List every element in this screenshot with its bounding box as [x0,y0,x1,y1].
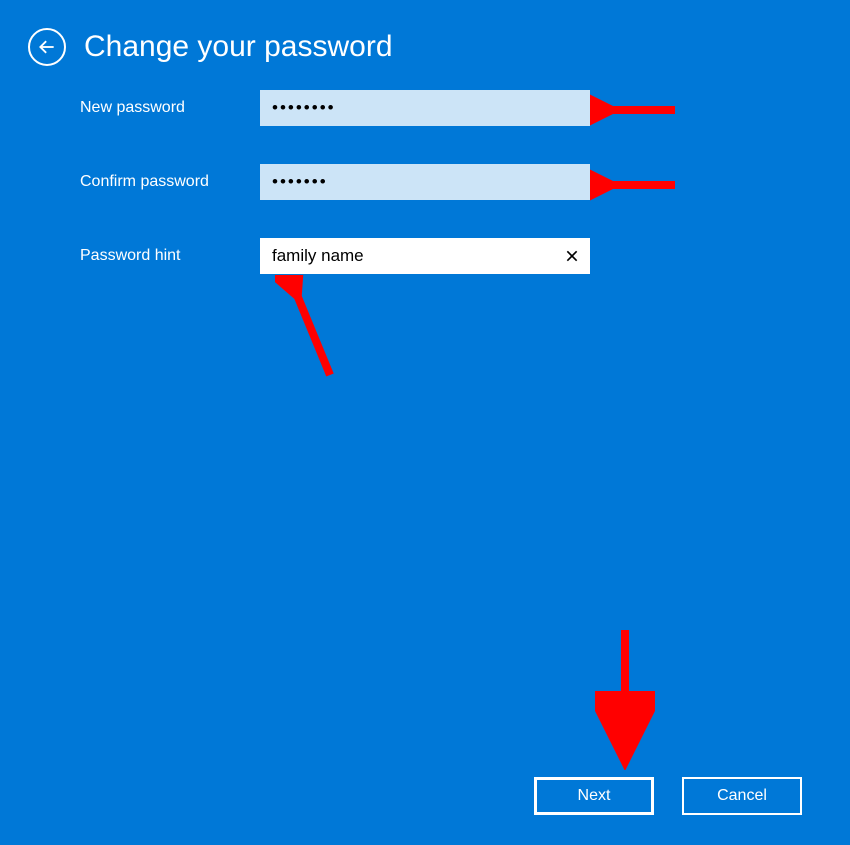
confirm-password-label: Confirm password [80,173,260,191]
confirm-password-input[interactable] [260,164,590,200]
annotation-arrow-icon [595,620,655,770]
page-title: Change your password [84,30,393,64]
cancel-button[interactable]: Cancel [682,777,802,815]
back-button[interactable] [28,28,66,66]
header: Change your password [28,28,393,66]
row-confirm-password: Confirm password [80,164,780,200]
password-form: New password Confirm password Password h… [80,90,780,312]
new-password-input[interactable] [260,90,590,126]
new-password-label: New password [80,99,260,117]
arrow-left-icon [37,37,57,57]
row-password-hint: Password hint [80,238,780,274]
close-icon [564,248,580,264]
clear-hint-button[interactable] [554,238,590,274]
next-button[interactable]: Next [534,777,654,815]
row-new-password: New password [80,90,780,126]
password-hint-input[interactable] [260,238,590,274]
footer-buttons: Next Cancel [534,777,802,815]
password-hint-label: Password hint [80,247,260,265]
